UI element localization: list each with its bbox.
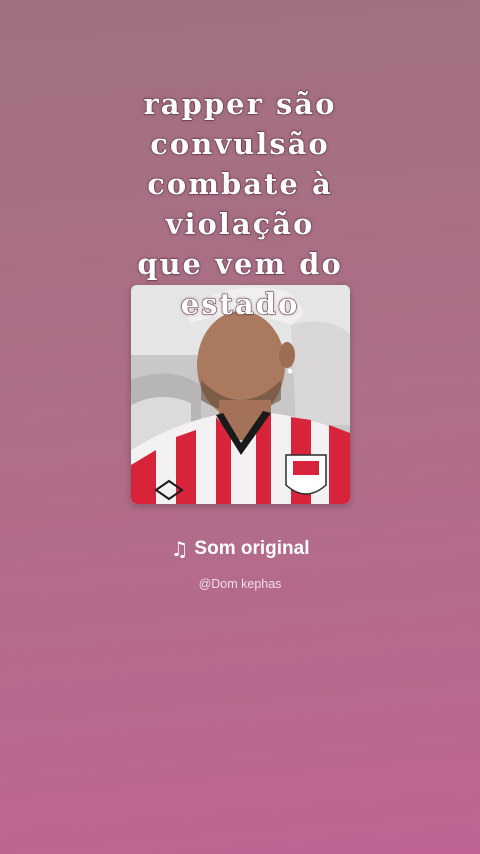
original-sound-link[interactable]: ♫ Som original: [0, 538, 480, 560]
sound-author[interactable]: @Dom kephas: [0, 577, 480, 591]
story-caption: rapper são convulsão combate à violação …: [137, 87, 343, 322]
story-screen[interactable]: rapper são convulsão combate à violação …: [0, 0, 480, 854]
sound-title: Som original: [194, 538, 310, 559]
music-note-icon: ♫: [170, 537, 189, 561]
